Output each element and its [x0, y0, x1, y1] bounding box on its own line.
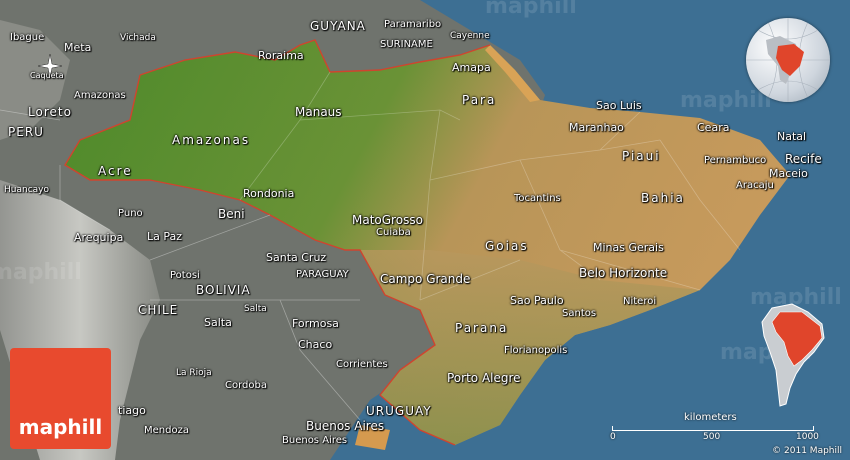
- city-label-maceio: Maceio: [769, 167, 808, 180]
- state-label-mato-grosso: MatoGrosso: [352, 213, 423, 227]
- city-label-arequipa: Arequipa: [74, 231, 124, 244]
- city-label-formosa: Formosa: [292, 317, 339, 330]
- city-label-salta: Salta: [204, 316, 232, 329]
- state-label-minas-gerais: Minas Gerais: [593, 241, 664, 254]
- city-label-aracaju: Aracaju: [736, 180, 774, 191]
- city-label-meta: Meta: [64, 41, 92, 54]
- city-label-la-rioja: La Rioja: [176, 368, 212, 378]
- city-label-recife: Recife: [785, 152, 822, 166]
- city-label-amazonas-co: Amazonas: [74, 90, 126, 101]
- state-label-maranhao: Maranhao: [569, 121, 624, 134]
- city-label-belo-horizonte: Belo Horizonte: [579, 266, 668, 280]
- country-label-peru: PERU: [8, 125, 44, 139]
- south-america-inset: [761, 303, 825, 407]
- copyright: © 2011 Maphill: [772, 446, 842, 456]
- state-label-bahia: Bahia: [641, 191, 685, 205]
- watermark: maphill: [0, 260, 82, 285]
- state-label-ceara: Ceara: [697, 121, 730, 134]
- city-label-santa-cruz: Santa Cruz: [266, 251, 327, 264]
- city-label-santiago: tiago: [118, 404, 146, 417]
- city-label-cuiaba: Cuiaba: [376, 227, 411, 238]
- city-label-sao-luis: Sao Luis: [596, 99, 642, 112]
- city-label-cayenne: Cayenne: [450, 31, 490, 41]
- state-label-beni: Beni: [218, 207, 245, 221]
- city-label-paramaribo: Paramaribo: [384, 19, 442, 30]
- maphill-logo[interactable]: maphill: [10, 348, 111, 449]
- state-label-amazonas: Amazonas: [172, 133, 251, 147]
- city-label-chaco: Chaco: [298, 338, 333, 351]
- state-label-piaui: Piaui: [622, 149, 661, 163]
- state-label-parana: Parana: [455, 321, 509, 335]
- city-label-niteroi: Niteroi: [623, 296, 657, 307]
- scale-tick-0: 0: [610, 432, 616, 442]
- city-label-salta-2: Salta: [244, 304, 267, 314]
- country-label-guyana: GUYANA: [310, 19, 366, 33]
- state-label-amapa: Amapa: [452, 61, 491, 74]
- city-label-corrientes: Corrientes: [336, 359, 388, 370]
- city-label-florianopolis: Florianopolis: [504, 345, 568, 356]
- country-label-paraguay: PARAGUAY: [296, 269, 349, 280]
- city-label-porto-alegre: Porto Alegre: [447, 371, 521, 385]
- state-label-pernambuco: Pernambuco: [704, 155, 767, 166]
- city-label-natal: Natal: [777, 130, 807, 143]
- city-label-buenos-aires-2: Buenos Aires: [282, 435, 348, 446]
- country-label-suriname: SURINAME: [380, 39, 433, 50]
- city-label-potosi: Potosi: [170, 270, 200, 281]
- scale-bar: kilometers 0 500 1000: [608, 412, 819, 448]
- city-label-la-paz: La Paz: [147, 230, 183, 243]
- city-label-buenos-aires: Buenos Aires: [306, 419, 385, 433]
- globe-locator: [746, 18, 830, 102]
- scale-tick-1000: 1000: [796, 432, 819, 442]
- scale-title: kilometers: [684, 412, 737, 423]
- city-label-mendoza: Mendoza: [144, 425, 189, 436]
- city-label-caqueta: Caqueta: [30, 71, 64, 80]
- state-label-roraima: Roraima: [258, 49, 304, 62]
- city-label-ibague: Ibague: [10, 32, 45, 43]
- state-label-goias: Goias: [485, 239, 529, 253]
- city-label-campo-grande: Campo Grande: [380, 272, 471, 286]
- country-label-bolivia: BOLIVIA: [196, 283, 251, 297]
- state-label-acre: Acre: [98, 164, 133, 178]
- country-label-chile: CHILE: [138, 303, 179, 317]
- state-label-rondonia: Rondonia: [243, 187, 295, 200]
- city-label-santos: Santos: [562, 308, 597, 319]
- watermark: maphill: [680, 88, 772, 113]
- city-label-manaus: Manaus: [295, 105, 342, 119]
- scale-tick-500: 500: [703, 432, 721, 442]
- city-label-puno: Puno: [118, 208, 143, 219]
- watermark: maphill: [485, 0, 577, 19]
- terrain-map: [0, 0, 850, 460]
- city-label-cordoba: Cordoba: [225, 380, 267, 391]
- scale-line: [612, 426, 814, 431]
- state-label-tocantins: Tocantins: [514, 193, 561, 204]
- state-label-sao-paulo: Sao Paulo: [510, 294, 564, 307]
- country-label-uruguay: URUGUAY: [366, 404, 432, 418]
- city-label-loreto: Loreto: [28, 105, 72, 119]
- city-label-huancayo: Huancayo: [4, 185, 49, 195]
- logo-text: maphill: [18, 415, 103, 439]
- city-label-vichada: Vichada: [120, 33, 156, 43]
- state-label-para: Para: [462, 93, 497, 107]
